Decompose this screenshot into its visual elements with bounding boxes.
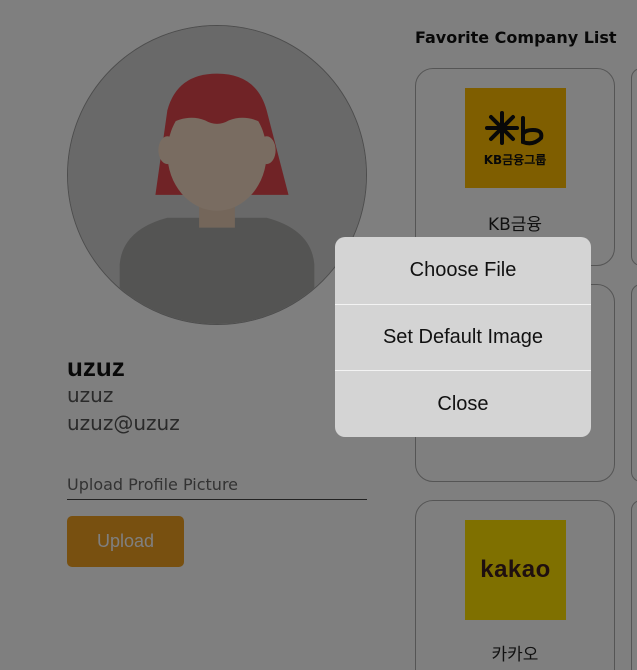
set-default-image-button[interactable]: Set Default Image [335,303,591,371]
close-button[interactable]: Close [335,370,591,437]
choose-file-button[interactable]: Choose File [335,237,591,304]
profile-image-options-modal: Choose File Set Default Image Close [335,237,591,437]
